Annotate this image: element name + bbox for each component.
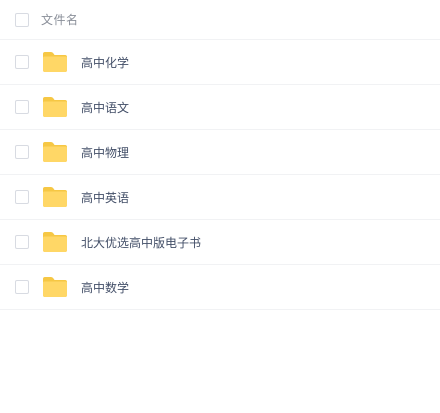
file-row[interactable]: 高中物理 (0, 130, 440, 175)
folder-icon (42, 141, 68, 163)
file-list: 文件名 高中化学 高中语文 高中物理 高中英语 北大优选高中版电子书 高中数学 (0, 0, 440, 310)
file-row[interactable]: 高中数学 (0, 265, 440, 310)
file-list-header: 文件名 (0, 0, 440, 40)
folder-icon (42, 276, 68, 298)
column-header-filename[interactable]: 文件名 (41, 11, 79, 28)
file-name[interactable]: 高中物理 (81, 144, 129, 161)
select-all-checkbox[interactable] (15, 12, 29, 27)
file-row[interactable]: 高中化学 (0, 40, 440, 85)
folder-icon (42, 186, 68, 208)
file-row[interactable]: 高中英语 (0, 175, 440, 220)
folder-icon (42, 96, 68, 118)
row-checkbox[interactable] (15, 190, 29, 204)
folder-icon (42, 231, 68, 253)
row-checkbox[interactable] (15, 100, 29, 114)
row-checkbox[interactable] (15, 55, 29, 69)
file-name[interactable]: 北大优选高中版电子书 (81, 234, 201, 251)
file-name[interactable]: 高中语文 (81, 99, 129, 116)
row-checkbox[interactable] (15, 235, 29, 249)
file-name[interactable]: 高中数学 (81, 279, 129, 296)
row-checkbox[interactable] (15, 145, 29, 159)
file-name[interactable]: 高中化学 (81, 54, 129, 71)
file-row[interactable]: 高中语文 (0, 85, 440, 130)
row-checkbox[interactable] (15, 280, 29, 294)
file-name[interactable]: 高中英语 (81, 189, 129, 206)
file-row[interactable]: 北大优选高中版电子书 (0, 220, 440, 265)
folder-icon (42, 51, 68, 73)
